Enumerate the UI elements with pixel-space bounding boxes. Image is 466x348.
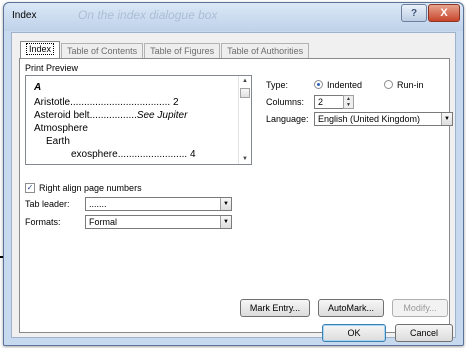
tab-leader-value: ....... bbox=[89, 199, 107, 209]
scroll-down-icon[interactable]: ▼ bbox=[242, 156, 248, 162]
help-button[interactable]: ? bbox=[401, 4, 427, 22]
language-value: English (United Kingdom) bbox=[318, 114, 421, 124]
formats-label: Formats: bbox=[25, 217, 61, 227]
title-bar: Index On the index dialogue box ? X bbox=[4, 3, 463, 31]
language-dropdown[interactable]: English (United Kingdom) ▼ bbox=[314, 112, 453, 126]
indented-label: Indented bbox=[327, 80, 363, 90]
right-align-label: Right align page numbers bbox=[39, 183, 142, 193]
chevron-down-icon[interactable]: ▼ bbox=[220, 216, 231, 228]
chevron-down-icon[interactable]: ▼ bbox=[441, 113, 452, 125]
run-in-label: Run-in bbox=[397, 80, 424, 90]
dialog-title: Index bbox=[12, 10, 37, 21]
indented-radio[interactable] bbox=[314, 80, 323, 89]
dialog-client-area: Index Table of Contents Table of Figures… bbox=[11, 32, 456, 338]
tab-index[interactable]: Index bbox=[20, 41, 61, 59]
columns-label: Columns: bbox=[266, 97, 305, 107]
tab-strip: Index Table of Contents Table of Figures… bbox=[20, 41, 310, 59]
ok-button[interactable]: OK bbox=[322, 324, 386, 342]
chevron-down-icon[interactable]: ▼ bbox=[220, 198, 231, 210]
mark-entry-button[interactable]: Mark Entry... bbox=[240, 299, 310, 317]
tab-table-of-figures[interactable]: Table of Figures bbox=[144, 43, 221, 59]
scroll-up-icon[interactable]: ▲ bbox=[242, 78, 248, 84]
print-preview-box: A Aristotle.............................… bbox=[25, 75, 252, 165]
tab-leader-label: Tab leader: bbox=[25, 199, 70, 209]
cancel-button[interactable]: Cancel bbox=[395, 324, 453, 342]
close-button[interactable]: X bbox=[428, 4, 460, 22]
modify-button[interactable]: Modify... bbox=[392, 299, 448, 317]
tab-table-of-contents[interactable]: Table of Contents bbox=[61, 43, 144, 59]
preview-entry: Atmosphere bbox=[34, 123, 88, 134]
index-tab-panel: Print Preview A Aristotle...............… bbox=[19, 58, 453, 333]
scroll-thumb[interactable] bbox=[240, 88, 250, 98]
index-dialog: Index On the index dialogue box ? X Inde… bbox=[3, 2, 464, 346]
automark-button[interactable]: AutoMark... bbox=[318, 299, 384, 317]
type-label: Type: bbox=[266, 80, 289, 90]
right-align-checkbox[interactable]: ✓ bbox=[25, 183, 35, 193]
spin-down-icon[interactable]: ▼ bbox=[344, 102, 353, 108]
preview-scrollbar[interactable]: ▲ ▼ bbox=[238, 76, 251, 164]
preview-entry: Asteroid belt.................See Jupite… bbox=[34, 110, 188, 121]
tab-leader-dropdown[interactable]: ....... ▼ bbox=[85, 197, 232, 211]
columns-spinner[interactable]: ▲ ▼ bbox=[343, 95, 354, 109]
tab-table-of-authorities[interactable]: Table of Authorities bbox=[221, 43, 310, 59]
preview-entry: Earth bbox=[46, 136, 70, 147]
print-preview-label: Print Preview bbox=[25, 63, 79, 73]
formats-dropdown[interactable]: Formal ▼ bbox=[85, 215, 232, 229]
formats-value: Formal bbox=[89, 217, 118, 227]
preview-entry: exosphere......................... 4 bbox=[71, 149, 196, 160]
preview-entry: Aristotle...............................… bbox=[34, 97, 179, 108]
run-in-radio[interactable] bbox=[384, 80, 393, 89]
background-ghost-text: On the index dialogue box bbox=[78, 8, 218, 22]
language-label: Language: bbox=[266, 114, 309, 124]
preview-heading: A bbox=[34, 82, 42, 93]
